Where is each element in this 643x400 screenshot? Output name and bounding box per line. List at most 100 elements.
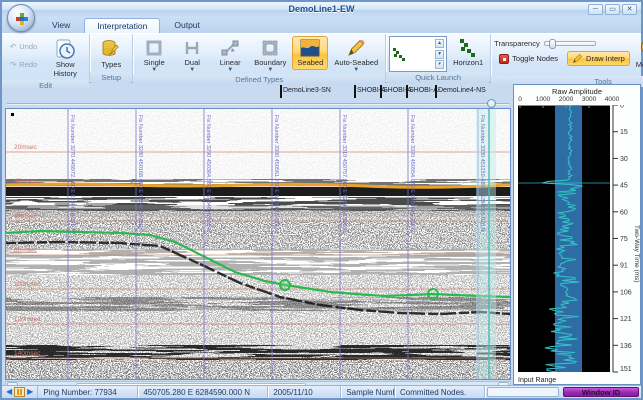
- fix-number-label: Fix Number 3280 450168.480 E 6284616.020…: [137, 115, 143, 232]
- measure-tape-icon: [639, 38, 643, 60]
- draw-interp-label: Draw Interp: [586, 54, 625, 63]
- line-tick-mark: [406, 85, 408, 98]
- tab-output[interactable]: Output: [162, 18, 212, 33]
- maximize-button[interactable]: ▭: [605, 4, 620, 15]
- chevron-down-icon[interactable]: ▼: [227, 68, 233, 72]
- quick-launch-list[interactable]: ▲ ▼ ▾: [389, 36, 447, 72]
- undo-icon: ↶: [10, 42, 16, 51]
- position-slider-handle[interactable]: [487, 99, 496, 108]
- chevron-down-icon[interactable]: ▼: [353, 68, 359, 72]
- defined-type-boundary-button[interactable]: Boundary▼: [250, 36, 290, 74]
- playback-controls: ◀ ▶: [2, 386, 38, 398]
- horizon-polyline-icon: [392, 39, 408, 69]
- line-tick-mark: [354, 85, 356, 98]
- defined-type-auto-seabed-button[interactable]: Auto-Seabed▼: [330, 36, 382, 74]
- amplitude-tick-label: 0: [518, 96, 522, 103]
- fix-number-label: Fix Number 3330 451150.480 E 6284616.020…: [479, 115, 485, 232]
- linear-segment-icon: [220, 38, 240, 58]
- toggle-nodes-icon: [499, 54, 509, 64]
- redo-button[interactable]: ↷ Redo: [5, 58, 42, 71]
- tab-view[interactable]: View: [40, 18, 82, 33]
- svg-text:151: 151: [620, 366, 632, 373]
- undo-label: Undo: [19, 42, 37, 51]
- show-history-label: Show History: [48, 61, 82, 78]
- status-date: 2005/11/10: [268, 386, 341, 398]
- amplitude-tick-label: 2000: [559, 96, 573, 103]
- pause-icon[interactable]: [14, 387, 25, 397]
- fix-number-label: Fix Number 3310 450757.680 E 6284616.020…: [341, 115, 347, 232]
- horizon1-button[interactable]: Horizon1: [449, 36, 487, 70]
- defined-type-single-button[interactable]: Single▼: [136, 36, 172, 74]
- types-label: Types: [101, 61, 121, 70]
- types-button[interactable]: Types: [93, 36, 129, 72]
- defined-type-linear-button[interactable]: Linear▼: [212, 36, 248, 74]
- svg-text:121: 121: [620, 316, 632, 323]
- application-menu-button[interactable]: [7, 4, 35, 32]
- status-committed-nodes: Committed Nodes.: [395, 386, 485, 398]
- status-position: 450705.280 E 6284590.000 N: [138, 386, 268, 398]
- tab-interpretation[interactable]: Interpretation: [84, 18, 160, 33]
- draw-interp-button[interactable]: Draw Interp: [567, 51, 630, 66]
- time-gridline-label: 20msec: [14, 144, 37, 151]
- single-frame-icon: [144, 38, 164, 58]
- group-tools: Transparency Toggle Nodes Draw Interp: [491, 34, 643, 82]
- quick-launch-scrollbar[interactable]: ▲ ▼ ▾: [435, 39, 444, 69]
- step-forward-icon[interactable]: ▶: [27, 387, 33, 397]
- seabed-wave-icon: [299, 38, 321, 58]
- history-clock-icon: [54, 38, 76, 60]
- svg-text:45: 45: [620, 183, 628, 190]
- dual-handles-icon: [182, 38, 202, 58]
- time-gridline-label: 80msec: [14, 247, 37, 254]
- scroll-more-icon[interactable]: ▾: [435, 60, 444, 69]
- toggle-nodes-button[interactable]: Toggle Nodes: [494, 52, 563, 66]
- horizon1-icon: [458, 38, 478, 58]
- group-edit: ↶ Undo ↷ Redo Show History Edit: [2, 34, 90, 82]
- measure-button[interactable]: Measure ▼: [632, 36, 643, 76]
- trace-panel: Raw Amplitude 01000200030004000 01530456…: [513, 84, 641, 385]
- show-history-button[interactable]: Show History: [44, 36, 86, 80]
- chevron-down-icon[interactable]: ▼: [267, 68, 273, 72]
- svg-text:30: 30: [620, 156, 628, 163]
- defined-type-seabed-button[interactable]: Seabed: [292, 36, 328, 70]
- group-label-setup: Setup: [90, 72, 132, 83]
- toggle-nodes-label: Toggle Nodes: [512, 54, 558, 63]
- window-title: DemoLine1-EW: [2, 4, 641, 14]
- chevron-down-icon[interactable]: ▼: [151, 68, 157, 72]
- defined-type-dual-button[interactable]: Dual▼: [174, 36, 210, 74]
- time-gridline-label: 100msec: [14, 281, 40, 288]
- app-logo-icon: [16, 13, 28, 25]
- transparency-slider-handle[interactable]: [549, 39, 556, 49]
- horizon1-label: Horizon1: [453, 59, 483, 68]
- step-back-icon[interactable]: ◀: [6, 387, 12, 397]
- trace-panel-title: Raw Amplitude: [514, 85, 640, 96]
- seismic-canvas[interactable]: 20msec40msec60msec80msec100msec120msec14…: [5, 108, 511, 380]
- fix-number-label: Fix Number 3270 449972.080 E 6284616.020…: [69, 115, 75, 232]
- svg-text:60: 60: [620, 209, 628, 216]
- scroll-down-icon[interactable]: ▼: [435, 50, 444, 59]
- svg-text:136: 136: [620, 343, 632, 350]
- status-bar: ◀ ▶ Ping Number: 77934 450705.280 E 6284…: [2, 385, 641, 398]
- amplitude-trace-plot[interactable]: [518, 105, 610, 372]
- redo-label: Redo: [19, 60, 37, 69]
- defined-type-label: Seabed: [297, 59, 323, 68]
- position-slider-track[interactable]: [7, 103, 509, 105]
- time-axis-label: Two-Way Time (ms): [633, 225, 640, 283]
- fix-number-label: Fix Number 3290 450364.880 E 6284616.020…: [205, 115, 211, 232]
- time-gridline-label: 120msec: [14, 316, 40, 323]
- main-area: DemoLine3-SNSHOBI-A-SHOBI-A-SHOBI-A-Demo…: [5, 84, 638, 385]
- undo-button[interactable]: ↶ Undo: [5, 40, 42, 53]
- scroll-up-icon[interactable]: ▲: [435, 39, 444, 48]
- minimize-button[interactable]: ─: [588, 4, 603, 15]
- line-tick-mark: [380, 85, 382, 98]
- status-ping-number: Ping Number: 77934: [38, 386, 138, 398]
- draw-interp-pencil-icon: [572, 53, 583, 64]
- pencil-icon: [346, 38, 366, 58]
- input-range-label: Input Range: [514, 375, 640, 384]
- window-id-button[interactable]: Window ID: [563, 387, 639, 397]
- amplitude-tick-label: 4000: [605, 96, 619, 103]
- ribbon: ↶ Undo ↷ Redo Show History Edit: [2, 33, 641, 83]
- close-button[interactable]: ✕: [622, 4, 637, 15]
- svg-text:15: 15: [620, 129, 628, 136]
- transparency-slider[interactable]: [544, 41, 596, 46]
- chevron-down-icon[interactable]: ▼: [189, 68, 195, 72]
